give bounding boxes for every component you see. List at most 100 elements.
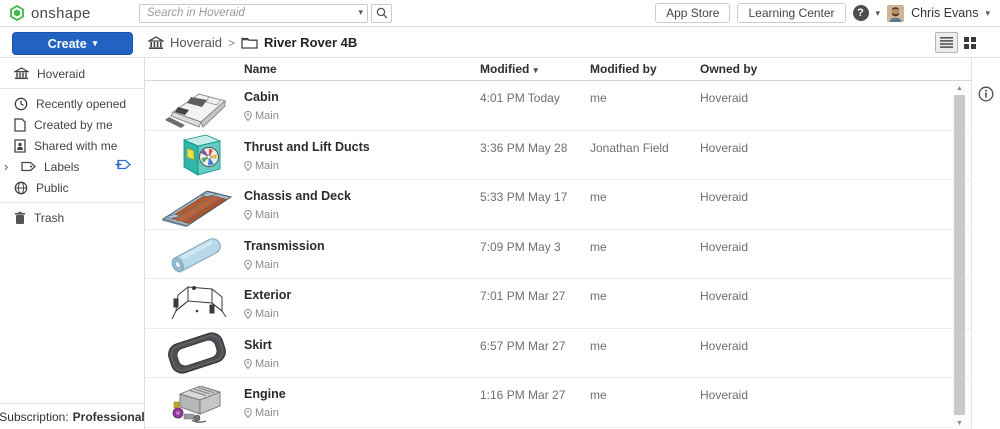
vertical-scrollbar[interactable]: ▲ ▼ [953,83,966,429]
workspace-pin-icon [244,408,252,418]
folder-icon [241,36,258,49]
sidebar-item-label: Shared with me [34,139,117,153]
label-tag-icon [21,161,36,172]
search-button[interactable] [371,4,392,23]
owned-by-cell: Hoveraid [700,388,748,402]
modified-cell: 5:33 PM May 17 [480,190,567,204]
document-name: Cabin [244,90,279,104]
document-row-skirt[interactable]: Skirt Main 6:57 PM Mar 27 me Hoveraid [145,329,971,379]
workspace-pin-icon [244,359,252,369]
modified-by-cell: me [590,190,607,204]
modified-by-cell: me [590,339,607,353]
shared-document-icon [14,139,26,153]
view-toggles [935,32,981,53]
add-label-icon[interactable] [115,159,131,173]
search-icon [376,7,388,19]
breadcrumb-separator-icon: > [228,36,235,50]
owned-by-cell: Hoveraid [700,240,748,254]
document-row-cabin[interactable]: Cabin Main 4:01 PM Today me Hoveraid [145,81,971,131]
enterprise-icon [14,67,29,80]
thrust-and-lift-ducts-thumbnail [155,133,239,178]
modified-by-cell: me [590,289,607,303]
search-area: ▾ [139,4,392,23]
search-scope-caret-icon[interactable]: ▾ [358,7,363,18]
modified-by-cell: Jonathan Field [590,141,669,155]
sidebar-item-labels[interactable]: › Labels [0,156,144,177]
breadcrumb-root[interactable]: Hoveraid [170,35,222,50]
info-icon[interactable] [978,86,994,105]
sidebar-item-created-by-me[interactable]: Created by me [0,114,144,135]
create-button-label: Create [48,37,87,51]
workspace-pin-icon [244,260,252,270]
subscription-value: Professional [73,410,145,424]
column-header-modified-by[interactable]: Modified by [590,62,657,76]
document-row-exterior[interactable]: Exterior Main 7:01 PM Mar 27 me Hoveraid [145,279,971,329]
user-name[interactable]: Chris Evans [911,6,978,20]
skirt-thumbnail [155,331,239,376]
user-caret-icon[interactable]: ▾ [985,8,990,19]
scrollbar-thumb[interactable] [954,95,965,415]
workspace-label: Main [244,358,279,370]
search-input-wrap: ▾ [139,4,368,23]
workspace-pin-icon [244,111,252,121]
breadcrumb: Hoveraid > River Rover 4B [148,27,357,58]
right-gutter [972,58,1000,429]
create-button[interactable]: Create ▾ [12,32,133,55]
modified-by-cell: me [590,91,607,105]
onshape-logo-icon [9,5,25,21]
chevron-right-icon[interactable]: › [4,159,13,174]
table-header: Name Modified▾ Modified by Owned by [145,58,971,81]
document-list-panel: Name Modified▾ Modified by Owned by Cabi… [145,58,972,429]
list-view-button[interactable] [935,32,958,53]
app-store-button[interactable]: App Store [655,3,730,23]
toolbar: Create ▾ Hoveraid > River Rover 4B [0,27,1000,58]
avatar[interactable] [887,5,904,22]
top-bar: onshape ▾ App Store Learning Center ? ▾ [0,0,1000,27]
document-name: Engine [244,387,286,401]
modified-cell: 4:01 PM Today [480,91,560,105]
sidebar-item-trash[interactable]: Trash [0,207,144,228]
workspace-pin-icon [244,210,252,220]
avatar-photo [887,5,904,22]
chassis-and-deck-thumbnail [155,182,239,227]
help-caret-icon[interactable]: ▾ [876,8,881,19]
sidebar-divider [0,88,144,89]
modified-cell: 6:57 PM Mar 27 [480,339,565,353]
document-name: Thrust and Lift Ducts [244,140,370,154]
document-name: Transmission [244,239,325,253]
trash-icon [14,211,26,225]
sidebar-item-shared-with-me[interactable]: Shared with me [0,135,144,156]
owned-by-cell: Hoveraid [700,141,748,155]
scroll-up-icon[interactable]: ▲ [953,83,966,94]
document-row-chassis-and-deck[interactable]: Chassis and Deck Main 5:33 PM May 17 me … [145,180,971,230]
search-input[interactable] [139,4,368,23]
clock-icon [14,97,28,111]
sidebar-item-label: Public [36,181,69,195]
grid-view-button[interactable] [958,32,981,53]
sidebar-item-recently-opened[interactable]: Recently opened [0,93,144,114]
workspace-label: Main [244,209,279,221]
owned-by-cell: Hoveraid [700,339,748,353]
sidebar-item-label: Hoveraid [37,67,85,81]
column-header-owned-by[interactable]: Owned by [700,62,757,76]
document-row-transmission[interactable]: Transmission Main 7:09 PM May 3 me Hover… [145,230,971,280]
workspace-label: Main [244,407,279,419]
sort-desc-icon: ▾ [533,65,538,75]
scroll-down-icon[interactable]: ▼ [953,418,966,429]
learning-center-button[interactable]: Learning Center [737,3,845,23]
help-icon[interactable]: ? [853,5,869,21]
workspace-pin-icon [244,309,252,319]
column-header-name[interactable]: Name [244,62,277,76]
modified-cell: 3:36 PM May 28 [480,141,567,155]
document-row-engine[interactable]: Engine Main 1:16 PM Mar 27 me Hoveraid [145,378,971,428]
sidebar-item-public[interactable]: Public [0,177,144,198]
document-row-thrust-and-lift-ducts[interactable]: Thrust and Lift Ducts Main 3:36 PM May 2… [145,131,971,181]
onshape-logo[interactable]: onshape [0,5,139,22]
column-header-modified[interactable]: Modified▾ [480,62,538,76]
subscription-label: Subscription: [0,410,69,424]
workspace-label: Main [244,160,279,172]
sidebar: Hoveraid Recently opened Created by me S… [0,58,145,429]
list-view-icon [940,37,953,48]
sidebar-item-hoveraid[interactable]: Hoveraid [0,63,144,84]
document-icon [14,118,26,132]
